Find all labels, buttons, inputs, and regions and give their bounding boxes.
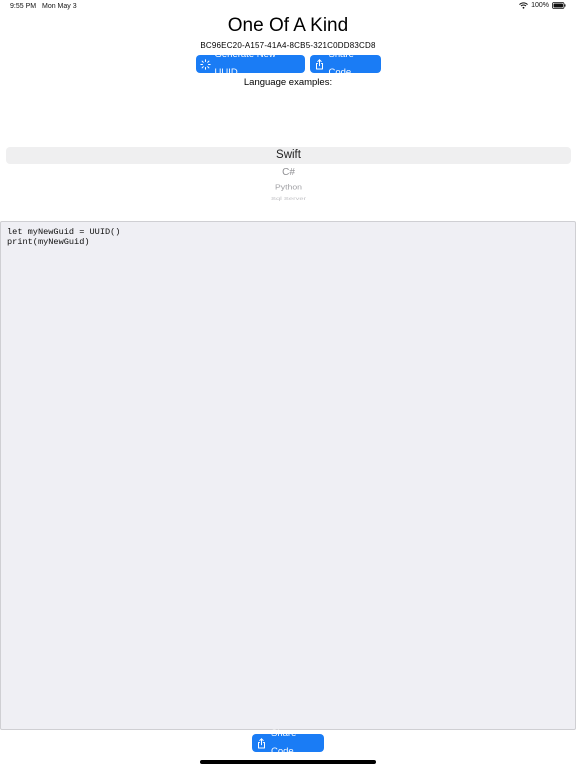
picker-item-csharp[interactable]: C# bbox=[6, 166, 571, 179]
page-title: One Of A Kind bbox=[227, 15, 349, 36]
battery-icon bbox=[552, 2, 566, 9]
picker-item-swift[interactable]: Swift bbox=[6, 148, 571, 163]
sparkle-icon bbox=[199, 58, 211, 70]
generate-uuid-button[interactable]: Generate New UUID bbox=[195, 49, 305, 78]
language-examples-label: Language examples: bbox=[243, 77, 333, 88]
share-code-button[interactable]: Share Code bbox=[309, 49, 381, 78]
battery-percent: 100% bbox=[531, 2, 549, 9]
status-date: Mon May 3 bbox=[42, 3, 77, 10]
language-picker[interactable]: Swift C# Python Sql Server bbox=[6, 90, 571, 208]
action-buttons: Generate New UUID Share Code bbox=[0, 49, 576, 78]
code-text: let myNewGuid = UUID() print(myNewGuid) bbox=[7, 227, 121, 247]
picker-item-sql-server[interactable]: Sql Server bbox=[6, 196, 571, 202]
share-code-bottom-label: Share Code bbox=[271, 728, 297, 757]
share-code-bottom-button[interactable]: Share Code bbox=[252, 728, 324, 757]
wifi-icon bbox=[519, 2, 528, 9]
code-view[interactable]: let myNewGuid = UUID() print(myNewGuid) bbox=[0, 221, 576, 730]
app-screen: 9:55 PM Mon May 3 100% One Of A Kind BC9… bbox=[0, 0, 576, 768]
share-icon bbox=[314, 58, 325, 70]
picker-item-python[interactable]: Python bbox=[6, 183, 571, 193]
status-time: 9:55 PM bbox=[10, 3, 37, 10]
home-indicator bbox=[200, 760, 376, 764]
status-bar: 9:55 PM Mon May 3 100% bbox=[0, 0, 576, 14]
share-icon bbox=[256, 737, 267, 749]
status-right: 100% bbox=[519, 2, 566, 9]
